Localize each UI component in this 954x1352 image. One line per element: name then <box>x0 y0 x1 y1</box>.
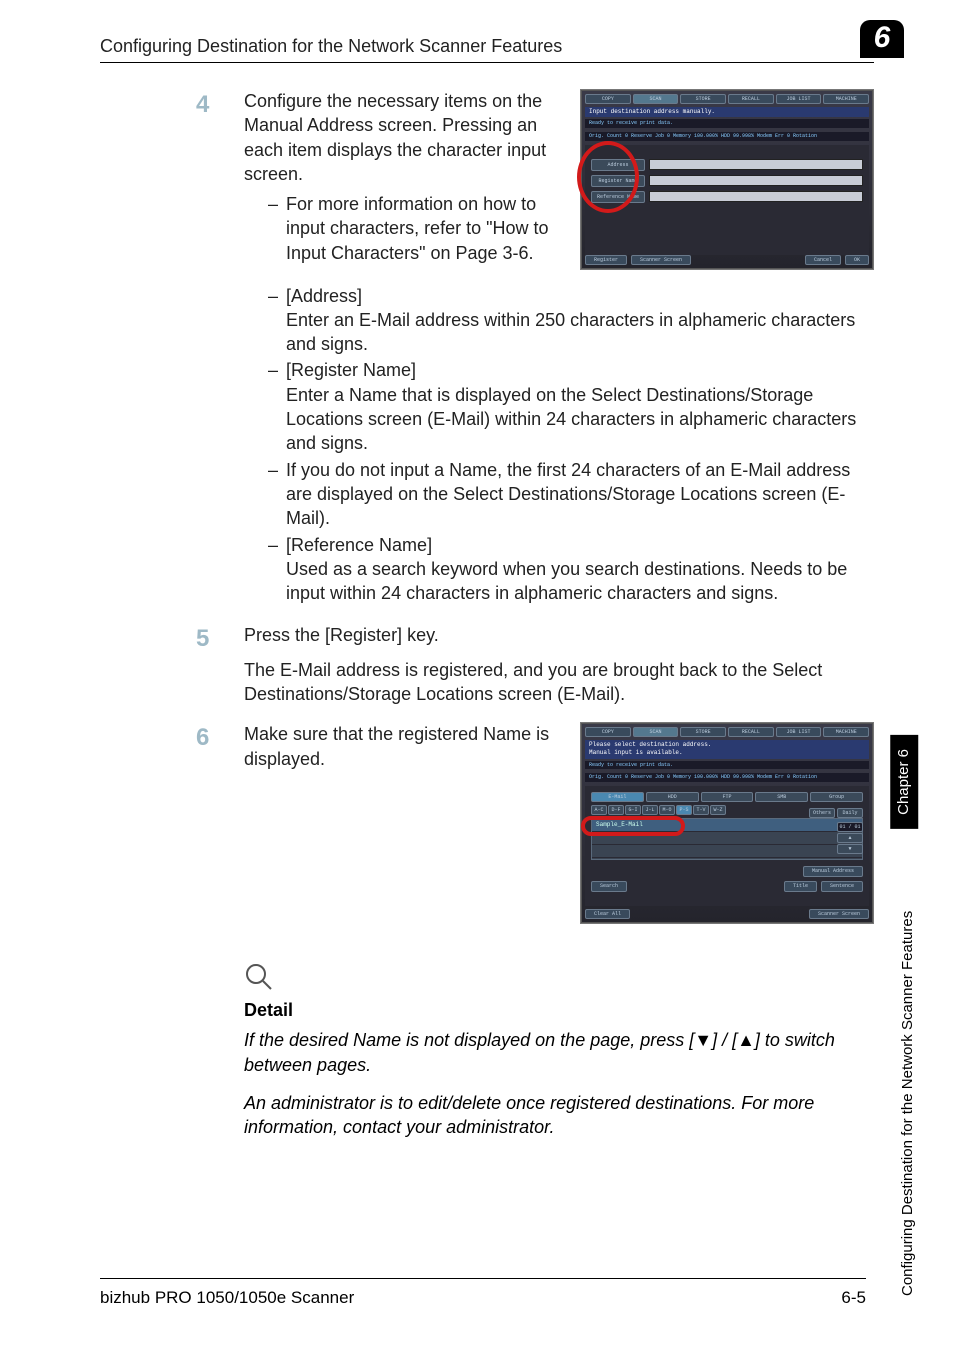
step4-bullet-3: [Register Name] Enter a Name that is dis… <box>268 358 874 455</box>
ss-status-a: Ready to receive print data. <box>585 119 869 128</box>
refname-desc: Used as a search keyword when you search… <box>286 559 847 603</box>
letter-wz[interactable]: W-Z <box>710 805 726 815</box>
screenshot-destination-list: COPY SCAN STORE RECALL JOB LIST MACHINE … <box>580 722 874 924</box>
type-email[interactable]: E-Mail <box>591 792 644 802</box>
letter-ps[interactable]: P-S <box>676 805 692 815</box>
step5-para1: Press the [Register] key. <box>244 623 874 647</box>
type-ftp[interactable]: FTP <box>701 792 754 802</box>
letter-tv[interactable]: T-V <box>693 805 709 815</box>
detail-block: Detail If the desired Name is not displa… <box>244 962 874 1139</box>
ss-tab-joblist[interactable]: JOB LIST <box>776 727 822 737</box>
page-header: Configuring Destination for the Network … <box>100 30 874 63</box>
footer-right: 6-5 <box>841 1287 866 1310</box>
register-name-input[interactable] <box>649 175 863 186</box>
list-item[interactable]: Sample_E-Mail <box>592 819 862 832</box>
address-label: [Address] <box>286 286 362 306</box>
header-title: Configuring Destination for the Network … <box>100 34 562 58</box>
ss-tab-recall[interactable]: RECALL <box>728 727 774 737</box>
search-button[interactable]: Search <box>591 881 627 892</box>
ss-tab-copy[interactable]: COPY <box>585 94 631 104</box>
daily-button[interactable]: Daily <box>837 808 863 818</box>
regname-label: [Register Name] <box>286 360 416 380</box>
refname-label: [Reference Name] <box>286 535 432 555</box>
manual-address-button[interactable]: Manual Address <box>803 866 863 877</box>
step-4: 4 COPY SCAN STORE RECALL JOB LIST MACHIN… <box>100 89 874 607</box>
regname-desc: Enter a Name that is displayed on the Se… <box>286 385 856 454</box>
title-button[interactable]: Title <box>784 881 817 892</box>
page-footer: bizhub PRO 1050/1050e Scanner 6-5 <box>100 1278 866 1310</box>
step4-bullet-5: [Reference Name] Used as a search keywor… <box>268 533 874 606</box>
others-button[interactable]: Others <box>809 808 835 818</box>
list-item[interactable] <box>592 832 862 845</box>
letter-df[interactable]: D-F <box>608 805 624 815</box>
letter-jl[interactable]: J-L <box>642 805 658 815</box>
step-body: COPY SCAN STORE RECALL JOB LIST MACHINE … <box>244 722 874 932</box>
detail-para2: An administrator is to edit/delete once … <box>244 1091 874 1140</box>
chapter-badge: 6 <box>860 20 904 58</box>
clear-all-button[interactable]: Clear All <box>585 909 630 919</box>
page-content: Configuring Destination for the Network … <box>0 0 954 1140</box>
type-group[interactable]: Group <box>810 792 863 802</box>
step5-para2: The E-Mail address is registered, and yo… <box>244 658 874 707</box>
ss-status-a: Ready to receive print data. <box>585 761 869 770</box>
address-button[interactable]: Address <box>591 159 645 171</box>
step-6: 6 COPY SCAN STORE RECALL JOB LIST MACHIN… <box>100 722 874 932</box>
step-body: COPY SCAN STORE RECALL JOB LIST MACHINE … <box>244 89 874 607</box>
letter-mo[interactable]: M-O <box>659 805 675 815</box>
ss-tab-store[interactable]: STORE <box>680 94 726 104</box>
type-smb[interactable]: SMB <box>755 792 808 802</box>
footer-left: bizhub PRO 1050/1050e Scanner <box>100 1287 354 1310</box>
list-item[interactable] <box>592 845 862 858</box>
letter-ac[interactable]: A-C <box>591 805 607 815</box>
scanner-screen-button[interactable]: Scanner Screen <box>809 909 869 919</box>
page-down-button[interactable]: ▼ <box>837 844 863 854</box>
address-desc: Enter an E-Mail address within 250 chara… <box>286 310 855 354</box>
step-5: 5 Press the [Register] key. The E-Mail a… <box>100 623 874 706</box>
register-name-button[interactable]: Register Name <box>591 175 645 187</box>
letter-gi[interactable]: G-I <box>625 805 641 815</box>
ss-tab-copy[interactable]: COPY <box>585 727 631 737</box>
address-input[interactable] <box>649 159 863 170</box>
step-body: Press the [Register] key. The E-Mail add… <box>244 623 874 706</box>
step-number: 5 <box>100 623 244 655</box>
sentence-button[interactable]: Sentence <box>821 881 863 892</box>
step-number: 6 <box>100 722 244 754</box>
ss-status-b: Orig. Count 0 Reserve Job 0 Memory 100.0… <box>585 773 869 782</box>
ss-tab-joblist[interactable]: JOB LIST <box>776 94 822 104</box>
page-up-button[interactable]: ▲ <box>837 833 863 843</box>
magnifier-icon <box>244 962 274 992</box>
ss-tab-machine[interactable]: MACHINE <box>823 94 869 104</box>
detail-para1: If the desired Name is not displayed on … <box>244 1028 874 1077</box>
detail-title: Detail <box>244 998 874 1022</box>
step-number: 4 <box>100 89 244 121</box>
ss-status-b: Orig. Count 0 Reserve Job 0 Memory 100.0… <box>585 132 869 141</box>
type-hdd[interactable]: HDD <box>646 792 699 802</box>
page-count: 01 / 01 <box>837 822 863 832</box>
ss-message: Input destination address manually. <box>585 107 869 117</box>
step4-bullet-1: For more information on how to input cha… <box>268 192 874 265</box>
ss-tab-scan[interactable]: SCAN <box>633 94 679 104</box>
ss-message: Please select destination address. Manua… <box>585 740 869 758</box>
step4-bullet-2: [Address] Enter an E-Mail address within… <box>268 284 874 357</box>
ss-tab-store[interactable]: STORE <box>680 727 726 737</box>
ss-tab-machine[interactable]: MACHINE <box>823 727 869 737</box>
step4-bullet-4: If you do not input a Name, the first 24… <box>268 458 874 531</box>
ss-tab-recall[interactable]: RECALL <box>728 94 774 104</box>
ss-tab-scan[interactable]: SCAN <box>633 727 679 737</box>
side-chapter-tab: Chapter 6 <box>890 735 918 829</box>
side-section-tab: Configuring Destination for the Network … <box>898 866 918 1296</box>
